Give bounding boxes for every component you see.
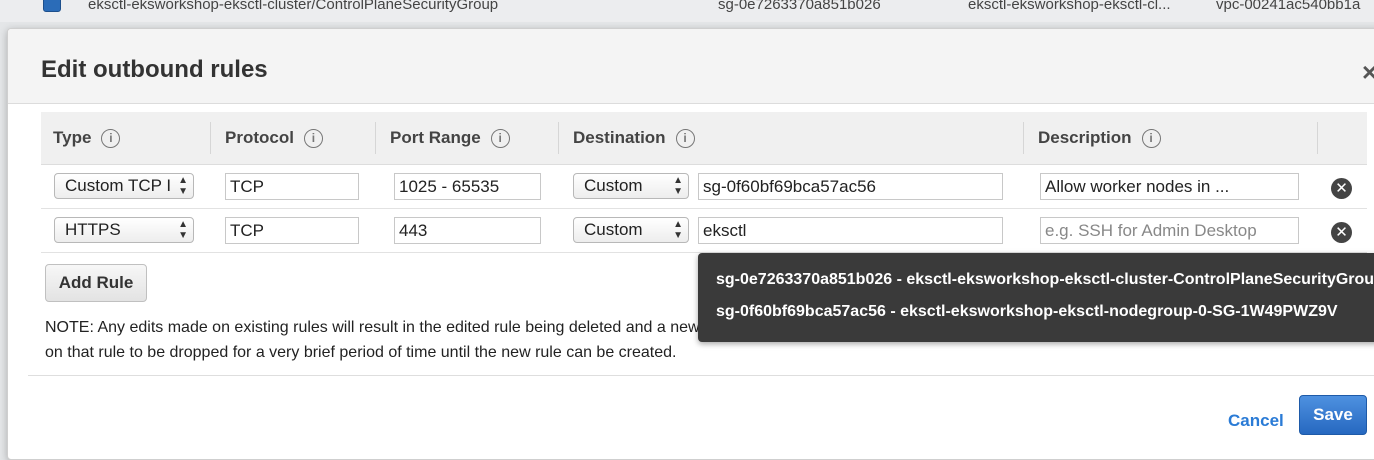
row-divider [41, 208, 1367, 209]
bg-row-name: eksctl-eksworkshop-eksctl-cluster/Contro… [88, 0, 499, 13]
column-header-port-range: Port Range i [390, 128, 510, 148]
column-header-protocol-label: Protocol [225, 128, 294, 147]
column-header-type-label: Type [53, 128, 92, 147]
column-header-description-label: Description [1038, 128, 1132, 147]
bg-row-group-name: eksctl-eksworkshop-eksctl-cl... [968, 0, 1171, 13]
info-icon[interactable]: i [101, 128, 121, 148]
rules-table-header: Type i Protocol i Port Range i Destinati… [41, 112, 1367, 165]
select-arrows-icon: ▲ ▼ [673, 219, 683, 241]
port-range-field[interactable]: 443 [394, 217, 541, 244]
select-arrows-icon: ▲ ▼ [178, 219, 188, 241]
autocomplete-option[interactable]: sg-0f60bf69bca57ac56 - eksctl-eksworksho… [716, 303, 1338, 321]
description-field[interactable]: e.g. SSH for Admin Desktop [1040, 217, 1299, 244]
rule-type-value: Custom TCP I [65, 176, 172, 195]
destination-field[interactable]: eksctl [698, 217, 1003, 244]
column-header-protocol: Protocol i [225, 128, 323, 148]
column-header-port-range-label: Port Range [390, 128, 481, 147]
modal-header: Edit outbound rules × [8, 29, 1374, 104]
info-icon[interactable]: i [675, 128, 695, 148]
destination-type-select[interactable]: Custom ▲ ▼ [573, 217, 689, 243]
bg-row-vpc-id: vpc-00241ac540bb1a [1216, 0, 1361, 13]
save-button[interactable]: Save [1299, 395, 1367, 435]
info-icon[interactable]: i [1141, 128, 1161, 148]
column-divider [210, 122, 211, 154]
delete-rule-icon[interactable]: ✕ [1331, 222, 1352, 243]
column-header-type: Type i [53, 128, 121, 148]
destination-field[interactable]: sg-0f60bf69bca57ac56 [698, 173, 1003, 200]
cancel-button[interactable]: Cancel [1228, 411, 1284, 431]
select-arrows-icon: ▲ ▼ [178, 175, 188, 197]
row-checkbox[interactable] [43, 0, 61, 12]
destination-type-select[interactable]: Custom ▲ ▼ [573, 173, 689, 199]
column-divider [558, 122, 559, 154]
modal-title: Edit outbound rules [41, 56, 268, 83]
rule-type-select[interactable]: Custom TCP I ▲ ▼ [54, 173, 194, 199]
protocol-field[interactable]: TCP [225, 173, 359, 200]
port-range-field[interactable]: 1025 - 65535 [394, 173, 541, 200]
destination-autocomplete-list: sg-0e7263370a851b026 - eksctl-eksworksho… [698, 253, 1374, 342]
select-arrows-icon: ▲ ▼ [673, 175, 683, 197]
destination-type-value: Custom [584, 176, 643, 195]
info-icon[interactable]: i [303, 128, 323, 148]
info-icon[interactable]: i [490, 128, 510, 148]
note-line-2: on that rule to be dropped for a very br… [45, 344, 677, 361]
bg-row-group-id: sg-0e7263370a851b026 [718, 0, 881, 13]
destination-type-value: Custom [584, 220, 643, 239]
rule-type-select[interactable]: HTTPS ▲ ▼ [54, 217, 194, 243]
background-table-row: eksctl-eksworkshop-eksctl-cluster/Contro… [0, 0, 1374, 22]
autocomplete-option[interactable]: sg-0e7263370a851b026 - eksctl-eksworksho… [716, 271, 1374, 289]
protocol-field[interactable]: TCP [225, 217, 359, 244]
column-header-destination-label: Destination [573, 128, 666, 147]
edit-outbound-rules-modal: Edit outbound rules × Type i Protocol i … [7, 28, 1374, 460]
column-header-description: Description i [1038, 128, 1161, 148]
column-header-destination: Destination i [573, 128, 695, 148]
add-rule-button[interactable]: Add Rule [45, 264, 147, 302]
description-field[interactable]: Allow worker nodes in ... [1040, 173, 1299, 200]
close-icon[interactable]: × [1362, 57, 1374, 88]
footer-divider [28, 375, 1374, 376]
column-divider [1023, 122, 1024, 154]
rule-type-value: HTTPS [65, 220, 121, 239]
delete-rule-icon[interactable]: ✕ [1331, 178, 1352, 199]
column-divider [375, 122, 376, 154]
column-divider [1317, 122, 1318, 154]
